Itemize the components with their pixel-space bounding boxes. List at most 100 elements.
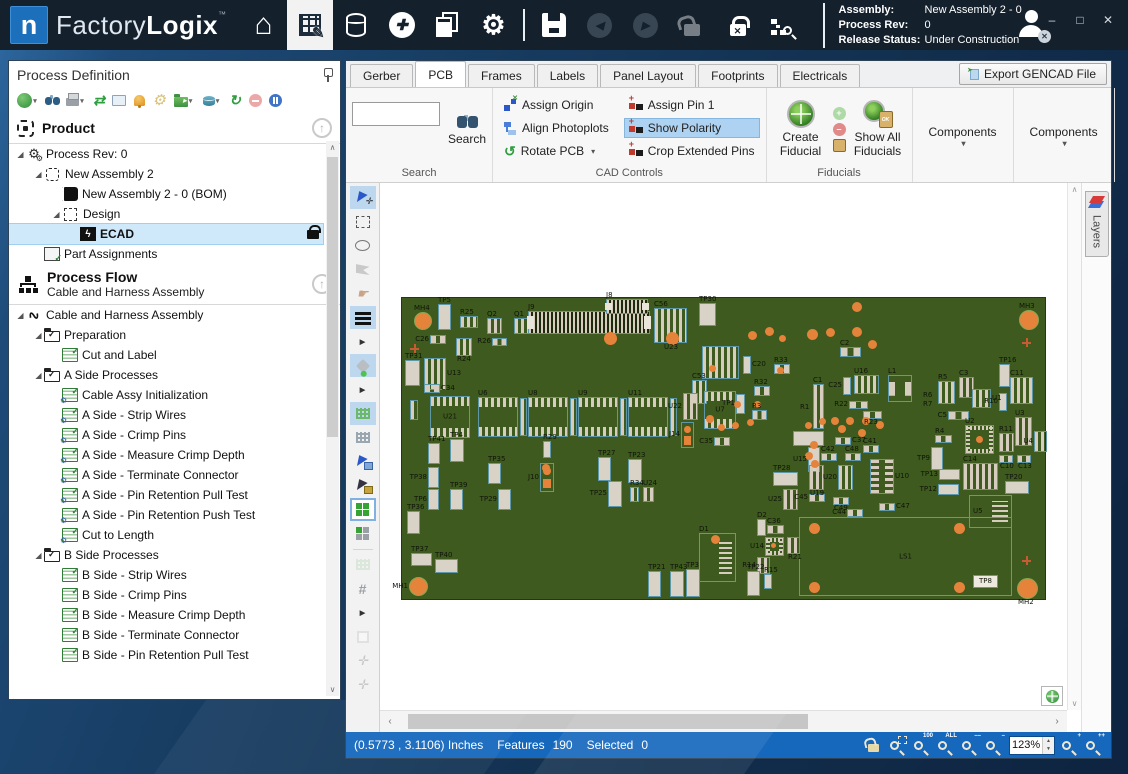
sync-exchange-icon[interactable] <box>90 92 108 110</box>
pcb-component-r15[interactable]: R15 <box>764 574 772 589</box>
align-photoplots-button[interactable]: Align Photoplots <box>499 118 614 138</box>
pcb-component-tp20[interactable]: TP20 <box>1005 481 1029 494</box>
maximize-button[interactable]: □ <box>1066 0 1094 40</box>
tree-item[interactable]: Cut to Length <box>9 525 323 545</box>
pcb-component[interactable] <box>410 400 418 420</box>
refresh-icon[interactable] <box>226 92 244 110</box>
polygon-select-tool[interactable] <box>350 258 376 281</box>
save-icon[interactable] <box>531 0 577 50</box>
grid-hash-tool[interactable]: # <box>350 577 376 600</box>
expander-icon[interactable]: ◢ <box>33 331 44 340</box>
frame-tool[interactable] <box>350 625 376 648</box>
pcb-component-tp3[interactable]: TP3 <box>686 569 700 597</box>
navigator-icon[interactable]: ✚ <box>379 0 425 50</box>
zoom-level-input[interactable] <box>1010 737 1042 754</box>
pcb-component-tp9[interactable]: TP9 <box>931 447 943 470</box>
pcb-component-mh1[interactable]: MH1 <box>409 577 428 596</box>
pcb-component-u16[interactable]: U16 <box>854 375 879 394</box>
pcb-component-j9[interactable]: J9 <box>528 311 650 334</box>
fit-view-button[interactable] <box>1041 686 1063 706</box>
pcb-component-c42[interactable]: C42 <box>821 453 837 461</box>
tab-electricals[interactable]: Electricals <box>780 64 861 87</box>
assign-pin1-button[interactable]: Assign Pin 1 <box>624 95 760 115</box>
pcb-component-mh3[interactable]: MH3 <box>1019 310 1039 330</box>
pcb-component-u11[interactable]: U11 <box>628 397 668 437</box>
pcb-component[interactable] <box>1022 556 1031 565</box>
tree-item[interactable]: A Side - Pin Retention Pull Test <box>9 485 323 505</box>
pcb-component-tp28[interactable]: TP28 <box>773 472 798 486</box>
crop-extended-pins-button[interactable]: Crop Extended Pins <box>624 141 760 161</box>
pcb-component-d2[interactable]: D2 <box>757 519 766 536</box>
audit-search-icon[interactable] <box>761 0 807 50</box>
presentation-icon[interactable] <box>110 92 128 110</box>
tree-item[interactable]: ◢New Assembly 2 <box>9 164 323 184</box>
pcb-component[interactable] <box>620 398 627 436</box>
pcb-component-r24[interactable]: R24 <box>456 338 472 356</box>
pcb-component-r26[interactable]: R26 <box>492 338 507 346</box>
canvas-horizontal-scrollbar[interactable]: ‹ › <box>380 710 1067 732</box>
create-fiducial-button[interactable]: Create Fiducial <box>773 100 829 158</box>
collapse-product-button[interactable]: ↑ <box>312 118 332 138</box>
pcb-component-c26[interactable]: C26 <box>430 335 446 344</box>
pin-icon[interactable] <box>322 68 332 82</box>
pcb-component-tp12[interactable]: TP12 <box>938 484 959 495</box>
reports-icon[interactable] <box>425 0 471 50</box>
pcb-component[interactable] <box>793 431 824 446</box>
tree-item[interactable]: A Side - Terminate Connector <box>9 465 323 485</box>
pcb-component-tp39[interactable]: TP39 <box>450 489 463 510</box>
export-folder-icon[interactable]: ▾ <box>170 92 196 110</box>
tree-item[interactable]: Cut and Label <box>9 345 323 365</box>
select-part-tool[interactable] <box>350 450 376 473</box>
pcb-component-j14[interactable]: J14 <box>681 422 694 448</box>
pcb-component-tp41[interactable]: TP41 <box>428 443 440 464</box>
pcb-component-tp40[interactable]: TP40 <box>435 559 458 573</box>
add-icon[interactable]: ▾ <box>14 92 40 110</box>
pan-lock-icon[interactable] <box>865 736 883 754</box>
print-icon[interactable]: ▾ <box>62 92 88 110</box>
scroll-up-icon[interactable]: ∧ <box>326 141 339 154</box>
flyout-arrow-icon[interactable]: ▶ <box>350 378 376 401</box>
pcb-component-tp27[interactable]: TP27 <box>598 457 611 481</box>
zoom-all-icon[interactable]: ALL <box>937 736 955 754</box>
pcb-component-u24[interactable]: U24 <box>643 487 654 502</box>
pcb-component-tp13[interactable]: TP13 <box>939 469 960 480</box>
pcb-component-c35[interactable]: C35 <box>714 437 730 446</box>
tree-scrollbar[interactable]: ∧ ∨ <box>326 141 339 696</box>
pcb-component-mh4[interactable]: MH4 <box>414 312 432 330</box>
expander-icon[interactable]: ◢ <box>51 210 62 219</box>
pcb-component-tp16[interactable]: TP16 <box>999 364 1010 387</box>
pcb-component[interactable] <box>702 346 739 379</box>
scroll-left-icon[interactable]: ‹ <box>380 711 400 733</box>
pcb-component-tp29[interactable]: TP29 <box>498 489 511 510</box>
fiducial-import-icon[interactable] <box>833 139 846 152</box>
deactivate-icon[interactable] <box>246 92 264 110</box>
tree-item[interactable]: B Side - Strip Wires <box>9 565 323 585</box>
flyout-arrow-icon[interactable]: ▶ <box>350 601 376 624</box>
tree-item[interactable]: B Side - Measure Crimp Depth <box>9 605 323 625</box>
pcb-component-r21[interactable]: R21 <box>787 537 800 554</box>
assign-origin-button[interactable]: Assign Origin <box>499 95 614 115</box>
layers-tab[interactable]: Layers <box>1085 191 1109 257</box>
pcb-component[interactable] <box>1022 338 1031 347</box>
pcb-component-tp43[interactable]: TP43 <box>670 571 684 597</box>
settings-gear-icon[interactable]: ⚙ <box>471 0 517 50</box>
pcb-component-u9[interactable]: U9 <box>578 397 618 437</box>
tree-item[interactable]: ◢Process Rev: 0 <box>9 144 323 164</box>
pcb-component-c10[interactable]: C10 <box>999 455 1013 463</box>
rectangle-select-tool[interactable] <box>350 210 376 233</box>
pcb-component-u22[interactable]: U22 <box>683 393 698 420</box>
scroll-down-icon[interactable]: ∨ <box>1068 697 1081 710</box>
pcb-component-c49[interactable]: C49 <box>833 497 849 505</box>
tree-item[interactable]: Cable Assy Initialization <box>9 385 323 405</box>
zoom-input[interactable]: ▲▼ <box>1009 736 1055 755</box>
pcb-component-r29[interactable]: R29 <box>543 441 551 458</box>
process-definition-icon[interactable]: ✎ <box>287 0 333 50</box>
pcb-component-u4[interactable]: U4 <box>1034 431 1047 452</box>
tab-footprints[interactable]: Footprints <box>698 64 777 87</box>
zoom-spinner[interactable]: ▲▼ <box>1042 737 1054 754</box>
pcb-component-tp31[interactable]: TP31 <box>405 360 420 386</box>
pcb-component-c2[interactable]: C2 <box>840 347 861 357</box>
tree-item[interactable]: ◢Preparation <box>9 325 323 345</box>
process-flow-section-header[interactable]: Process Flow Cable and Harness Assembly … <box>9 264 340 305</box>
pcb-component-c44[interactable]: C44 <box>847 509 863 517</box>
